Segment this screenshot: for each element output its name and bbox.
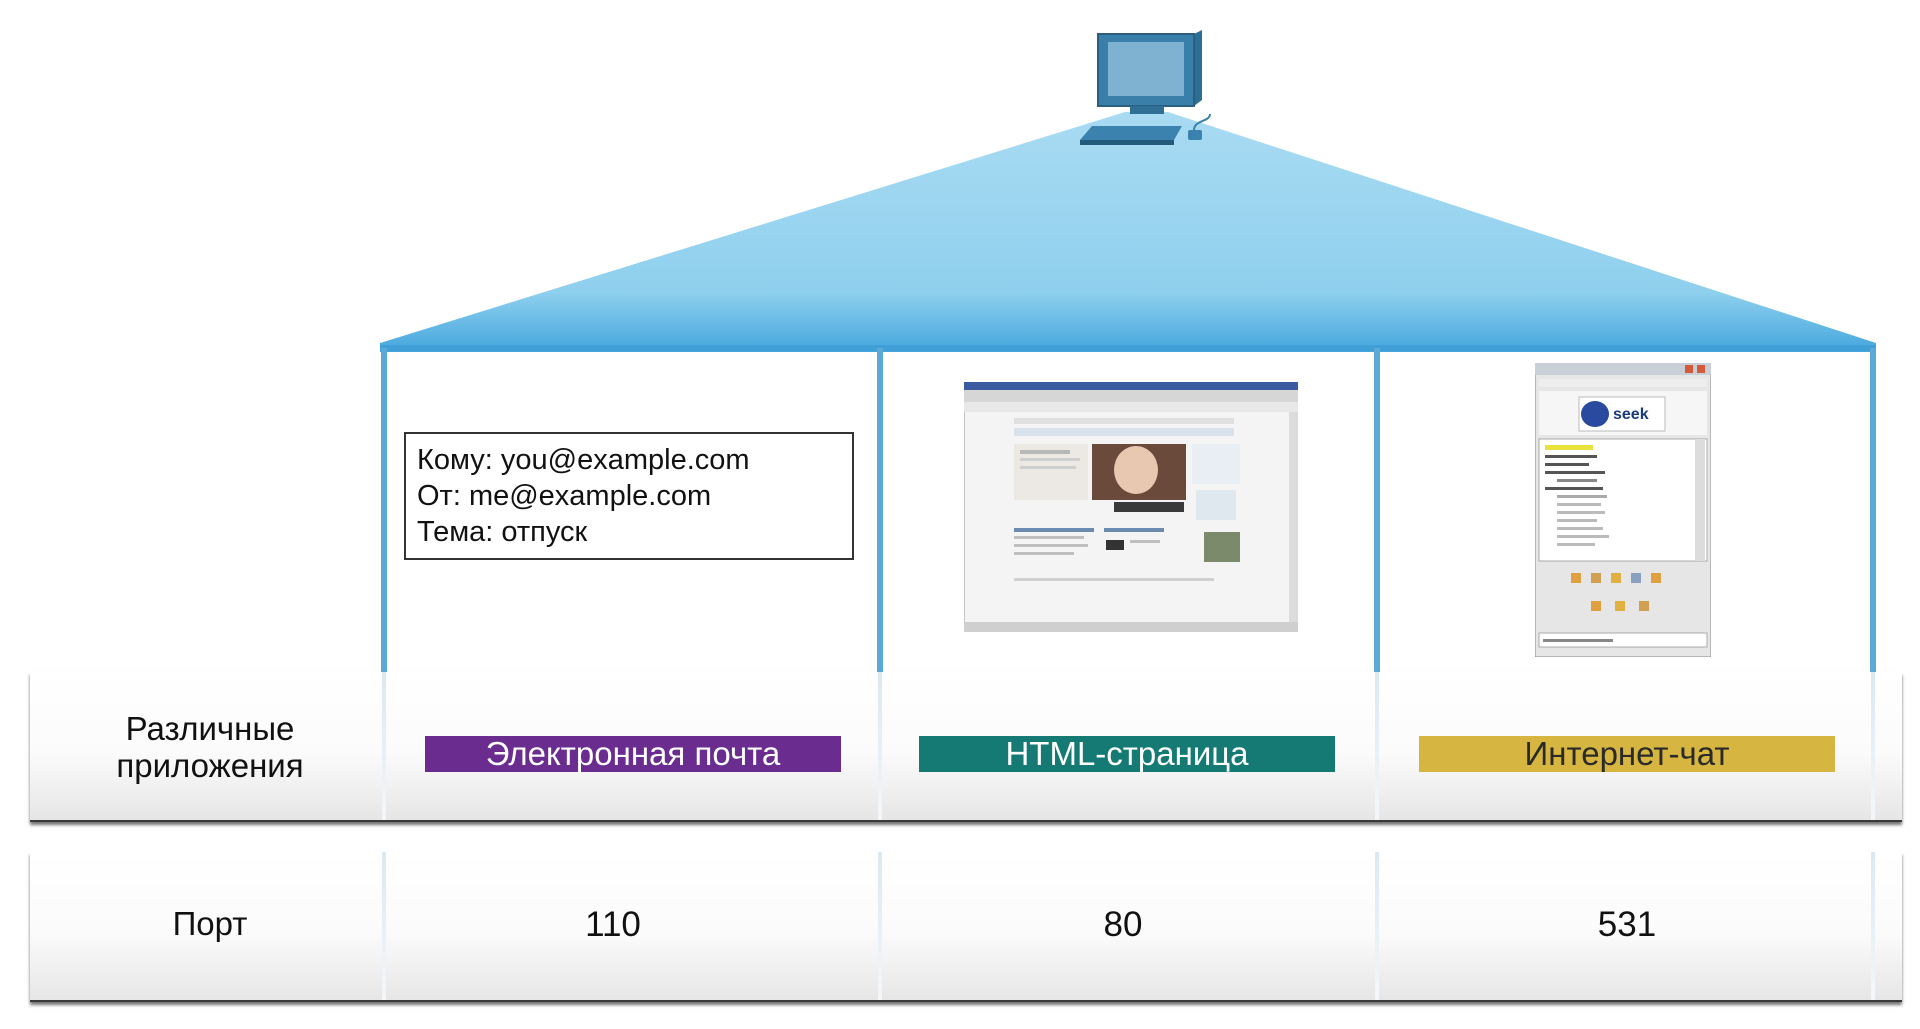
column-divider [381, 348, 387, 672]
column-divider [1374, 348, 1380, 672]
column-divider [1375, 672, 1379, 820]
email-to: Кому: you@example.com [417, 444, 750, 476]
column-divider [878, 852, 882, 1000]
email-subject: Тема: отпуск [417, 516, 588, 548]
chat-logo: seek [1613, 406, 1649, 423]
email-header-box: Кому: you@example.com От: me@example.com… [404, 432, 854, 560]
port-row-label: Порт [172, 905, 248, 942]
web-page-thumbnail [964, 382, 1298, 632]
column-divider [878, 672, 882, 820]
column-divider [1871, 852, 1875, 1000]
column-divider [1871, 672, 1875, 820]
column-divider [1870, 348, 1876, 672]
app-label-email: Электронная почта [425, 736, 841, 772]
column-divider [1375, 852, 1379, 1000]
column-divider [382, 672, 386, 820]
column-divider [877, 348, 883, 672]
applications-row-label: Различные приложения [116, 710, 304, 784]
column-divider [382, 852, 386, 1000]
chat-client-thumbnail: seek [1535, 363, 1711, 657]
port-value-html: 80 [1103, 905, 1143, 944]
port-value-email: 110 [585, 905, 641, 944]
network-cone [380, 112, 1876, 352]
email-from: От: me@example.com [417, 480, 712, 512]
app-label-chat: Интернет-чат [1419, 736, 1835, 772]
port-value-chat: 531 [1597, 905, 1657, 944]
app-label-html: HTML-страница [919, 736, 1335, 772]
computer-icon [1080, 30, 1211, 145]
